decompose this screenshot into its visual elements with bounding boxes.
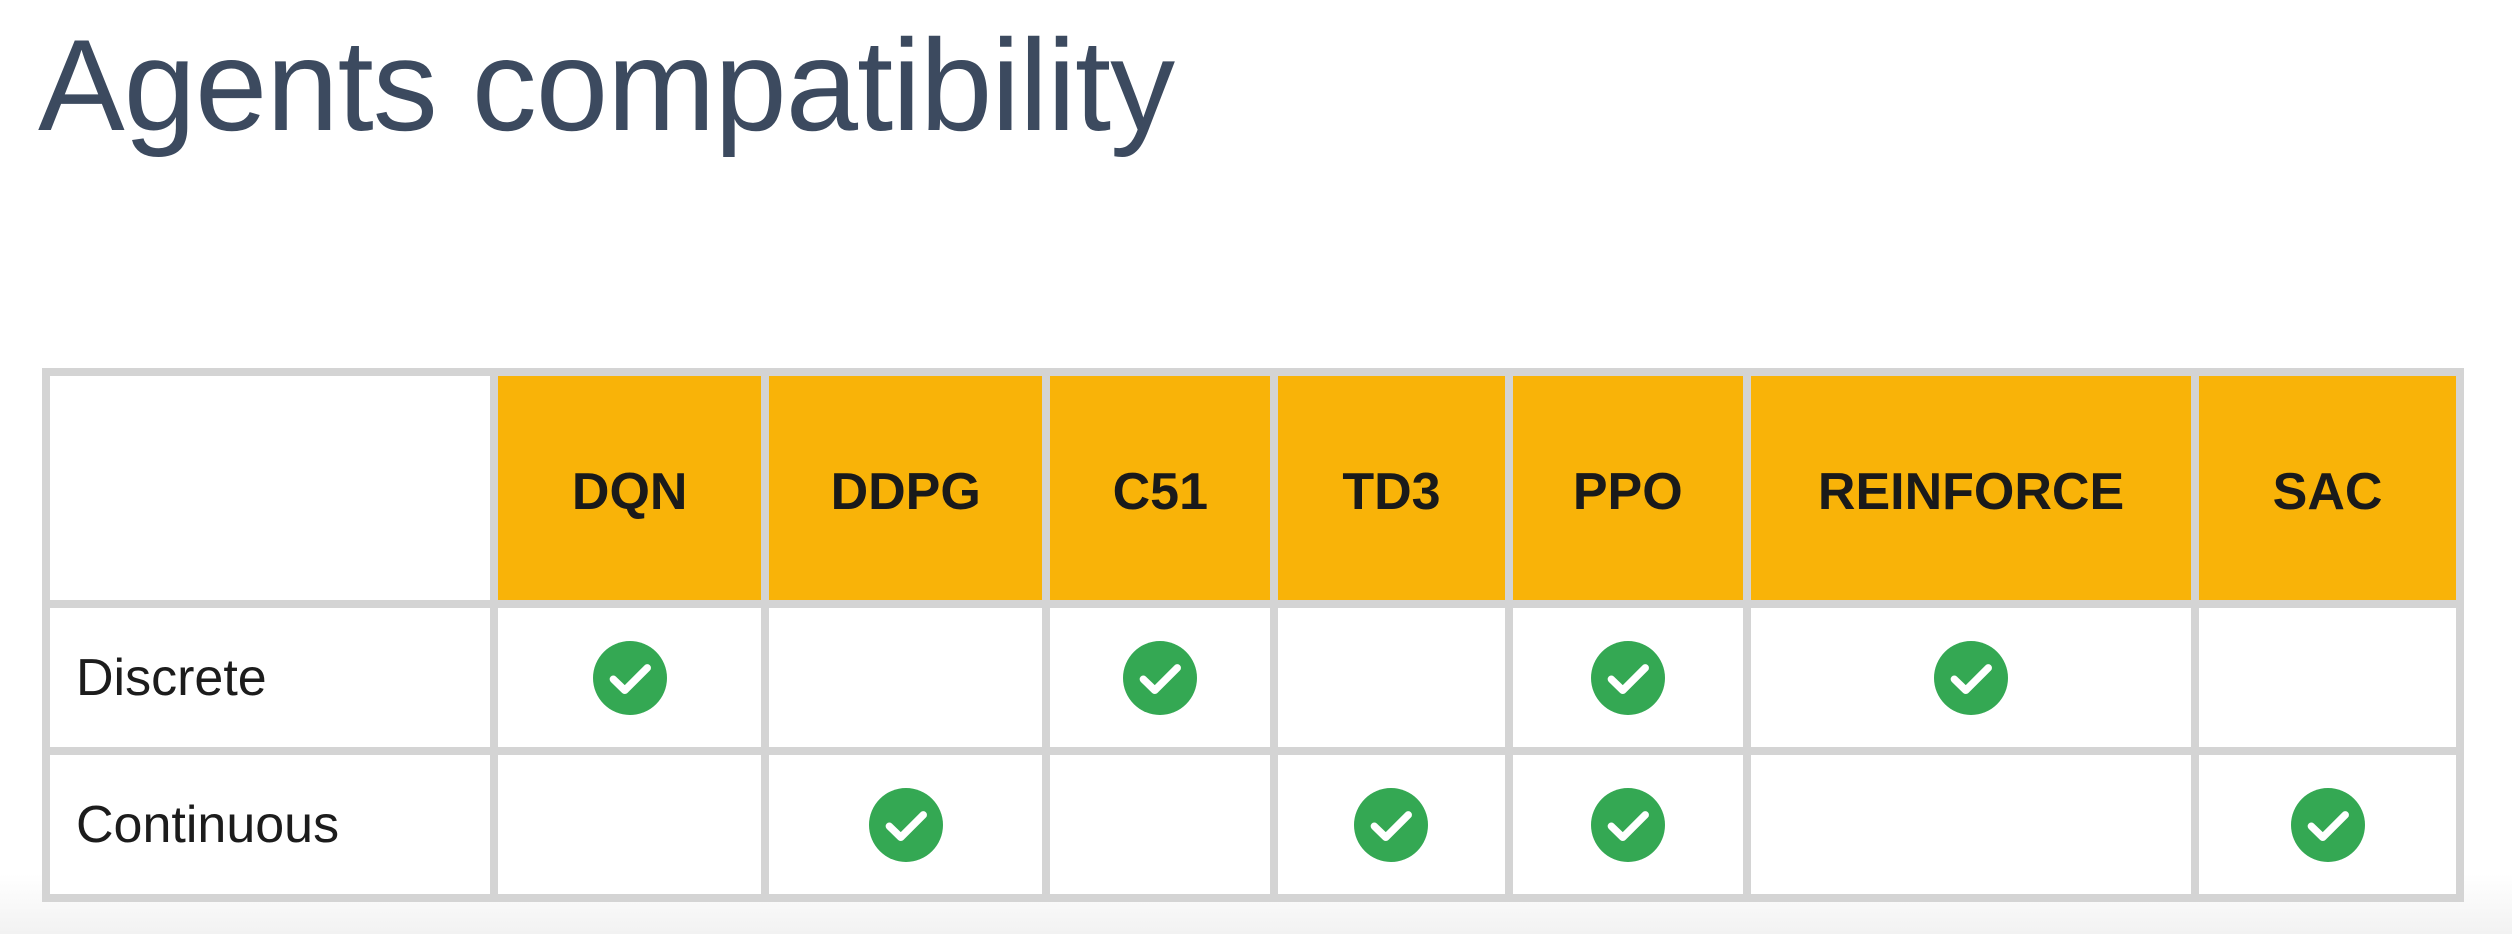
compatibility-table: DQN DDPG C51 TD3 PPO REINFORCE SAC Discr… xyxy=(42,368,2464,902)
check-circle-icon xyxy=(1123,640,1198,715)
column-header-ddpg: DDPG xyxy=(769,376,1043,600)
table-cell xyxy=(2199,755,2456,894)
table-row-discrete: Discrete xyxy=(50,608,2456,747)
slide: Agents compatibility DQN DDPG C51 TD3 PP… xyxy=(0,0,2512,934)
table-cell xyxy=(1050,608,1271,747)
check-circle-icon xyxy=(868,787,943,862)
check-circle-icon xyxy=(592,640,667,715)
check-circle-icon xyxy=(1590,787,1665,862)
column-header-reinforce: REINFORCE xyxy=(1750,376,2192,600)
table-cell xyxy=(769,608,1043,747)
table-cell xyxy=(2199,608,2456,747)
table-cell xyxy=(1750,755,2192,894)
table-cell xyxy=(1512,755,1743,894)
header-row: DQN DDPG C51 TD3 PPO REINFORCE SAC xyxy=(50,376,2456,600)
column-header-td3: TD3 xyxy=(1278,376,1505,600)
table-cell xyxy=(1278,608,1505,747)
row-label-continuous: Continuous xyxy=(50,755,491,894)
compatibility-table-container: DQN DDPG C51 TD3 PPO REINFORCE SAC Discr… xyxy=(42,368,2464,902)
table-cell xyxy=(1750,608,2192,747)
table-cell xyxy=(769,755,1043,894)
check-circle-icon xyxy=(1354,787,1429,862)
check-circle-icon xyxy=(1934,640,2009,715)
table-cell xyxy=(1512,608,1743,747)
table-cell xyxy=(498,608,762,747)
table-cell xyxy=(1278,755,1505,894)
row-label-discrete: Discrete xyxy=(50,608,491,747)
table-row-continuous: Continuous xyxy=(50,755,2456,894)
slide-title: Agents compatibility xyxy=(38,12,1175,158)
check-circle-icon xyxy=(2290,787,2365,862)
table-cell xyxy=(1050,755,1271,894)
column-header-c51: C51 xyxy=(1050,376,1271,600)
column-header-sac: SAC xyxy=(2199,376,2456,600)
table-cell xyxy=(498,755,762,894)
check-circle-icon xyxy=(1590,640,1665,715)
corner-cell xyxy=(50,376,491,600)
column-header-ppo: PPO xyxy=(1512,376,1743,600)
column-header-dqn: DQN xyxy=(498,376,762,600)
